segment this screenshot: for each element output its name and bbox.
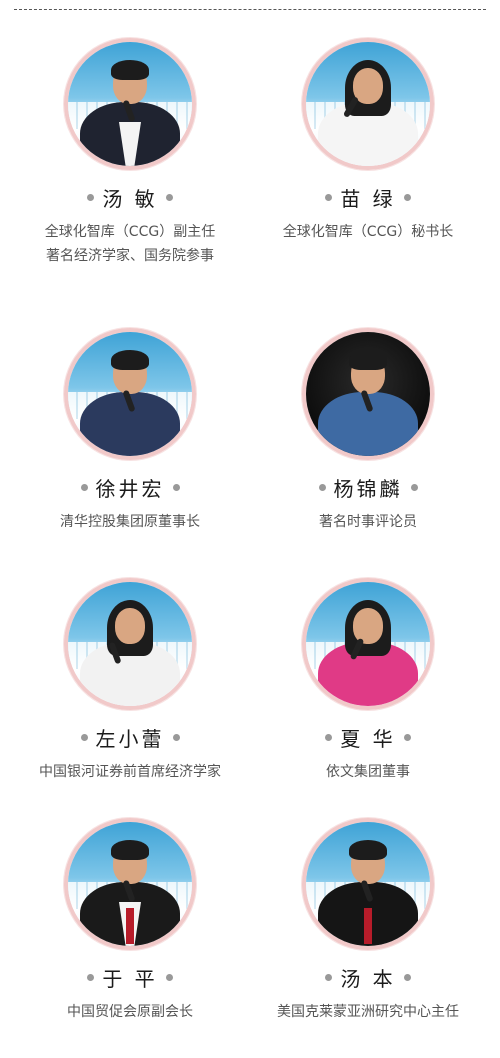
bullet-dot-icon <box>80 733 88 741</box>
bullet-dot-icon <box>325 733 333 741</box>
portrait-man-dark-jacket-icon <box>302 818 434 950</box>
portrait-woman-white-top-icon <box>64 578 196 710</box>
speaker-title: 美国克莱蒙亚洲研究中心主任 <box>277 1004 459 1020</box>
portrait-man-denim-shirt-icon <box>302 328 434 460</box>
bullet-dot-icon <box>87 193 95 201</box>
bullet-dot-icon <box>403 193 411 201</box>
speaker-name-row: 杨锦麟 <box>258 474 478 501</box>
portrait-man-suit-icon <box>64 38 196 170</box>
speaker-card: 于 平 中国贸促会原副会长 <box>20 818 240 1024</box>
bullet-dot-icon <box>165 193 173 201</box>
bullet-dot-icon <box>87 973 95 981</box>
speaker-title: 中国贸促会原副会长 <box>67 1004 193 1020</box>
portrait-woman-white-jacket-icon <box>302 38 434 170</box>
speaker-card: 汤 敏 全球化智库（CCG）副主任 著名经济学家、国务院参事 <box>20 38 240 268</box>
speaker-name-row: 汤 本 <box>258 964 478 991</box>
speaker-name-row: 夏 华 <box>258 724 478 751</box>
portrait-woman-pink-jacket-icon <box>302 578 434 710</box>
speaker-name-row: 于 平 <box>20 964 240 991</box>
speaker-title: 依文集团董事 <box>326 764 410 780</box>
speaker-title: 著名经济学家、国务院参事 <box>46 248 214 264</box>
speaker-name: 徐井宏 <box>95 476 165 501</box>
bullet-dot-icon <box>172 733 180 741</box>
bullet-dot-icon <box>403 973 411 981</box>
bullet-dot-icon <box>165 973 173 981</box>
speaker-name: 汤 本 <box>340 966 396 991</box>
bullet-dot-icon <box>80 483 88 491</box>
speaker-name-row: 左小蕾 <box>20 724 240 751</box>
bullet-dot-icon <box>325 193 333 201</box>
bullet-dot-icon <box>318 483 326 491</box>
bullet-dot-icon <box>403 733 411 741</box>
bullet-dot-icon <box>325 973 333 981</box>
speaker-title: 全球化智库（CCG）秘书长 <box>282 224 454 240</box>
speaker-card: 左小蕾 中国银河证券前首席经济学家 <box>20 578 240 784</box>
portrait-man-jacket-icon <box>64 328 196 460</box>
speaker-name: 汤 敏 <box>102 186 158 211</box>
speaker-name: 苗 绿 <box>340 186 396 211</box>
speaker-name-row: 汤 敏 <box>20 184 240 211</box>
speaker-title: 中国银河证券前首席经济学家 <box>39 764 221 780</box>
speaker-name-row: 徐井宏 <box>20 474 240 501</box>
speaker-card: 苗 绿 全球化智库（CCG）秘书长 <box>258 38 478 244</box>
speaker-name: 于 平 <box>102 966 158 991</box>
bullet-dot-icon <box>172 483 180 491</box>
speaker-card: 夏 华 依文集团董事 <box>258 578 478 784</box>
bullet-dot-icon <box>410 483 418 491</box>
speaker-card: 徐井宏 清华控股集团原董事长 <box>20 328 240 534</box>
speaker-name: 杨锦麟 <box>333 476 403 501</box>
speaker-title: 清华控股集团原董事长 <box>60 514 200 530</box>
portrait-man-red-tie-icon <box>64 818 196 950</box>
speaker-card: 汤 本 美国克莱蒙亚洲研究中心主任 <box>258 818 478 1024</box>
speaker-name: 左小蕾 <box>95 726 165 751</box>
top-dashed-divider <box>14 9 486 10</box>
speaker-title: 著名时事评论员 <box>319 514 417 530</box>
speaker-name: 夏 华 <box>340 726 396 751</box>
speaker-name-row: 苗 绿 <box>258 184 478 211</box>
speaker-card: 杨锦麟 著名时事评论员 <box>258 328 478 534</box>
speaker-title: 全球化智库（CCG）副主任 <box>44 224 216 240</box>
